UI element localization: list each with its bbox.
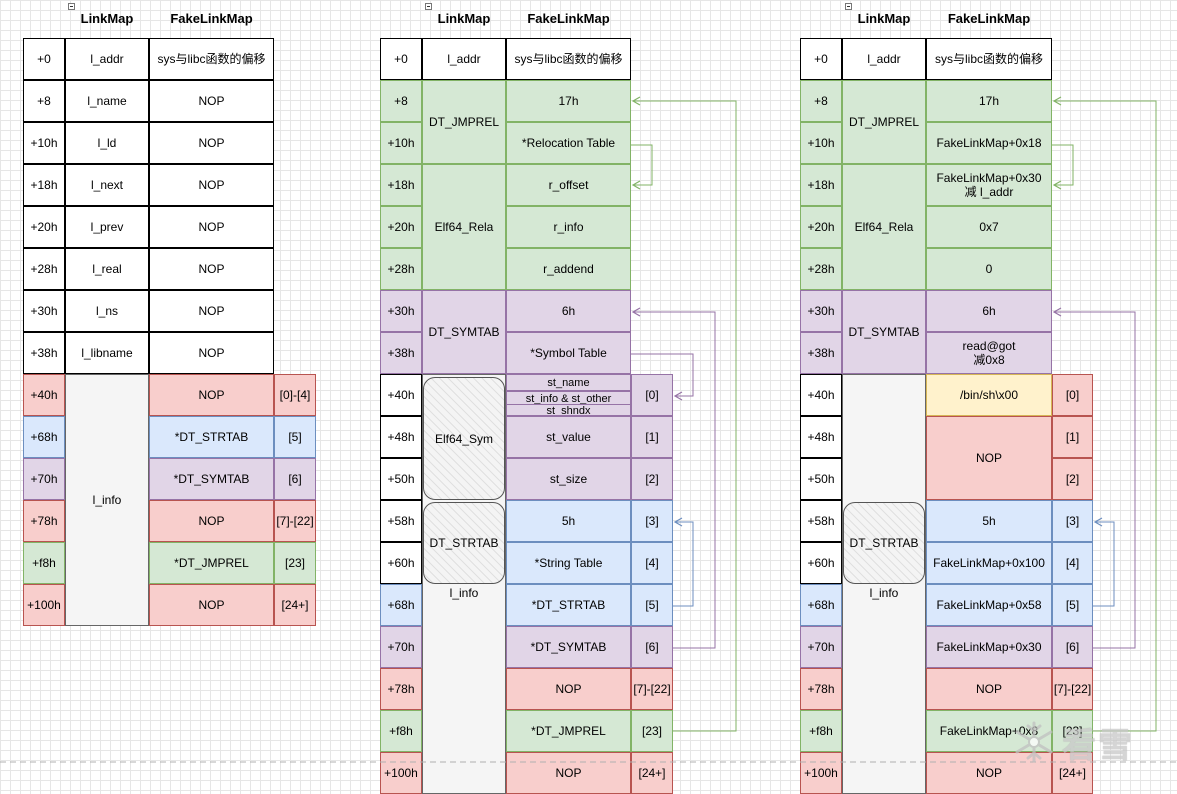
arrow-dt-strtab-to-5h <box>1093 517 1115 607</box>
arrow-symbol-table-to-st-name <box>631 353 694 401</box>
arrow-dt-symtab-to-6h <box>1052 307 1136 649</box>
arrow-dt-symtab-to-6h <box>631 307 716 649</box>
snowflake-icon <box>1015 721 1053 763</box>
watermark-text: 看雪 <box>1062 725 1134 766</box>
connector-arrows <box>0 96 1177 763</box>
arrow-jmprel-to-17h <box>631 96 737 732</box>
arrow-reloc-table-to-r-offset <box>1052 144 1074 190</box>
watermark: 看雪 <box>1012 712 1172 772</box>
arrow-jmprel-to-17h <box>1052 96 1157 732</box>
arrow-reloc-table-to-r-offset <box>631 144 653 190</box>
arrow-dt-strtab-to-5h <box>673 517 694 607</box>
